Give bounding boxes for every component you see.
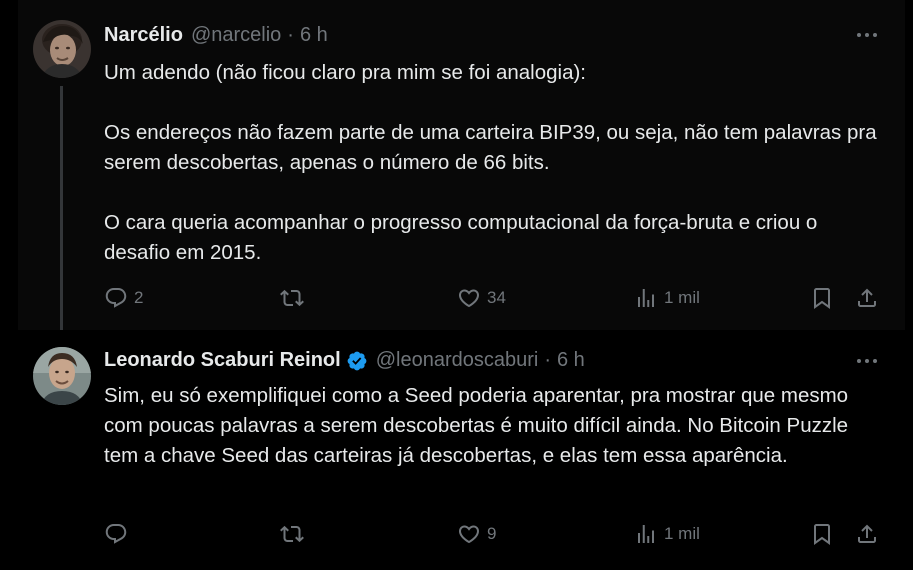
- heart-icon: [458, 525, 480, 544]
- reply-icon: [105, 524, 127, 544]
- retweet-button[interactable]: [280, 283, 310, 313]
- retweet-button[interactable]: [280, 519, 310, 549]
- separator-dot: ·: [544, 349, 551, 371]
- share-button[interactable]: [855, 519, 879, 549]
- separator-dot: ·: [287, 24, 294, 46]
- tweet-text: Um adendo (não ficou claro pra mim se fo…: [104, 58, 884, 268]
- reply-count: 2: [134, 288, 144, 307]
- tweet-paragraph: Os endereços não fazem parte de uma cart…: [104, 121, 877, 174]
- like-count: 34: [487, 288, 506, 307]
- bookmark-icon: [814, 288, 830, 309]
- like-count: 9: [487, 524, 497, 543]
- views-button[interactable]: 1 mil: [634, 283, 700, 313]
- timestamp[interactable]: 6 h: [300, 24, 328, 47]
- tweet-paragraph: O cara queria acompanhar o progresso com…: [104, 211, 818, 264]
- tweet-actions: 9 1 mil: [104, 519, 884, 549]
- reply-icon: [105, 288, 127, 308]
- reply-button[interactable]: 2: [104, 283, 143, 313]
- thread-view: Narcélio @narcelio · 6 h Um adendo (não …: [0, 0, 913, 570]
- share-icon: [858, 524, 876, 543]
- author-name[interactable]: Narcélio: [104, 24, 183, 47]
- bookmark-button[interactable]: [810, 519, 834, 549]
- tweet-text: Sim, eu só exemplifiquei como a Seed pod…: [104, 381, 884, 471]
- views-count: 1 mil: [664, 524, 700, 543]
- avatar-narcelio[interactable]: [33, 20, 91, 78]
- tweet-header: Leonardo Scaburi Reinol @leonardoscaburi…: [104, 349, 585, 372]
- tweet-paragraph: Sim, eu só exemplifiquei como a Seed pod…: [104, 384, 849, 467]
- thread-connector-line: [60, 86, 63, 338]
- like-button[interactable]: 9: [457, 519, 496, 549]
- share-button[interactable]: [855, 283, 879, 313]
- timestamp[interactable]: 6 h: [557, 349, 585, 372]
- views-icon: [638, 289, 654, 307]
- bookmark-icon: [814, 524, 830, 545]
- bookmark-button[interactable]: [810, 283, 834, 313]
- views-button[interactable]: 1 mil: [634, 519, 700, 549]
- heart-icon: [458, 289, 480, 308]
- share-icon: [858, 288, 876, 307]
- verified-badge-icon: [346, 350, 368, 372]
- author-handle[interactable]: @leonardoscaburi: [376, 349, 539, 372]
- reply-button[interactable]: [104, 519, 134, 549]
- author-handle[interactable]: @narcelio: [191, 24, 281, 47]
- retweet-icon: [280, 289, 304, 307]
- avatar-leonardo[interactable]: [33, 347, 91, 405]
- tweet-paragraph: Um adendo (não ficou claro pra mim se fo…: [104, 61, 586, 84]
- more-icon[interactable]: [852, 25, 882, 45]
- like-button[interactable]: 34: [457, 283, 506, 313]
- more-icon[interactable]: [852, 351, 882, 371]
- tweet-header: Narcélio @narcelio · 6 h: [104, 24, 328, 47]
- tweet-actions: 2 34 1 mil: [104, 283, 884, 313]
- author-name[interactable]: Leonardo Scaburi Reinol: [104, 349, 341, 372]
- views-icon: [638, 525, 654, 543]
- views-count: 1 mil: [664, 288, 700, 307]
- retweet-icon: [280, 525, 304, 543]
